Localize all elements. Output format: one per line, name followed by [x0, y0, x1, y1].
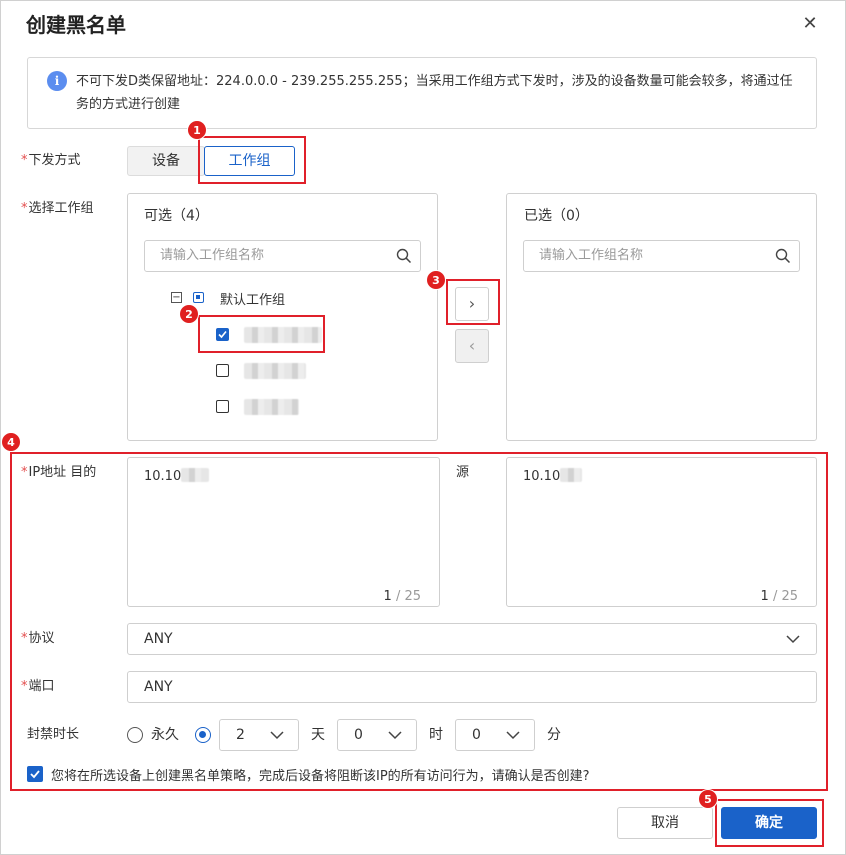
protocol-select[interactable]: ANY [127, 623, 817, 655]
hours-select[interactable]: 0 [337, 719, 417, 751]
move-left-button[interactable]: ‹ [455, 329, 489, 363]
source-label: 源 [456, 465, 470, 480]
chevron-down-icon [270, 731, 284, 740]
cancel-button[interactable]: 取消 [617, 807, 713, 839]
days-unit: 天 [311, 727, 325, 743]
ip-label: *IP地址 目的 [21, 465, 97, 480]
chevron-down-icon [786, 635, 800, 644]
selected-search-input[interactable]: 请输入工作组名称 [523, 240, 800, 272]
group-name: 默认工作组 [220, 293, 286, 308]
source-ip-counter: 1 / 25 [760, 589, 798, 604]
step-badge-2: 2 [179, 304, 199, 324]
minutes-unit: 分 [547, 727, 561, 743]
highlight-box-3 [446, 279, 500, 325]
chevron-down-icon [506, 731, 520, 740]
close-icon[interactable]: ✕ [798, 12, 822, 36]
port-input[interactable]: ANY [127, 671, 817, 703]
step-badge-5: 5 [698, 789, 718, 809]
workgroup-item-name-3 [244, 399, 299, 415]
source-ip-textarea[interactable]: 10.10 1 / 25 [506, 457, 817, 607]
hours-value: 0 [354, 727, 363, 743]
minutes-select[interactable]: 0 [455, 719, 535, 751]
permanent-radio[interactable] [127, 727, 143, 743]
step-badge-3: 3 [426, 270, 446, 290]
dialog-title: 创建黑名单 [26, 13, 126, 37]
collapse-icon[interactable]: − [171, 292, 182, 303]
dest-ip-counter: 1 / 25 [383, 589, 421, 604]
confirm-checkbox[interactable] [27, 766, 43, 782]
highlight-box-1 [198, 136, 306, 184]
step-badge-1: 1 [187, 120, 207, 140]
port-value: ANY [144, 679, 173, 695]
duration-label: 封禁时长 [27, 727, 80, 742]
dispatch-label: *下发方式 [21, 153, 81, 168]
available-search-placeholder: 请输入工作组名称 [160, 248, 265, 263]
info-text: 不可下发D类保留地址：224.0.0.0 - 239.255.255.255；当… [76, 74, 793, 112]
protocol-value: ANY [144, 631, 173, 647]
info-icon: i [47, 71, 67, 91]
dispatch-option-device[interactable]: 设备 [127, 146, 205, 176]
source-ip-value: 10.10 [523, 468, 583, 484]
port-label: *端口 [21, 679, 55, 694]
permanent-label: 永久 [151, 727, 179, 743]
days-value: 2 [236, 727, 245, 743]
selected-search-placeholder: 请输入工作组名称 [539, 248, 644, 263]
workgroup-item-name-2 [244, 363, 306, 379]
hours-unit: 时 [429, 727, 443, 743]
workgroup-label: *选择工作组 [21, 201, 94, 216]
search-icon[interactable] [396, 248, 412, 264]
dest-ip-textarea[interactable]: 10.10 1 / 25 [127, 457, 440, 607]
days-select[interactable]: 2 [219, 719, 299, 751]
highlight-box-2 [198, 315, 325, 353]
confirm-text: 您将在所选设备上创建黑名单策略，完成后设备将阻断该IP的所有访问行为，请确认是否… [51, 769, 590, 784]
highlight-box-5 [715, 799, 824, 847]
chevron-down-icon [388, 731, 402, 740]
workgroup-item-checkbox-2[interactable] [216, 364, 229, 377]
workgroup-item-checkbox-3[interactable] [216, 400, 229, 413]
group-partial-checkbox[interactable] [193, 292, 204, 303]
step-badge-4: 4 [1, 432, 21, 452]
info-banner: i 不可下发D类保留地址：224.0.0.0 - 239.255.255.255… [27, 57, 817, 129]
minutes-value: 0 [472, 727, 481, 743]
dest-ip-value: 10.10 [144, 468, 210, 484]
available-panel-title: 可选（4） [144, 208, 209, 224]
check-icon [30, 770, 40, 779]
selected-panel-title: 已选（0） [524, 208, 589, 224]
available-search-input[interactable]: 请输入工作组名称 [144, 240, 421, 272]
custom-duration-radio[interactable] [195, 727, 211, 743]
search-icon[interactable] [775, 248, 791, 264]
protocol-label: *协议 [21, 631, 55, 646]
selected-panel: 已选（0） 请输入工作组名称 [506, 193, 817, 441]
